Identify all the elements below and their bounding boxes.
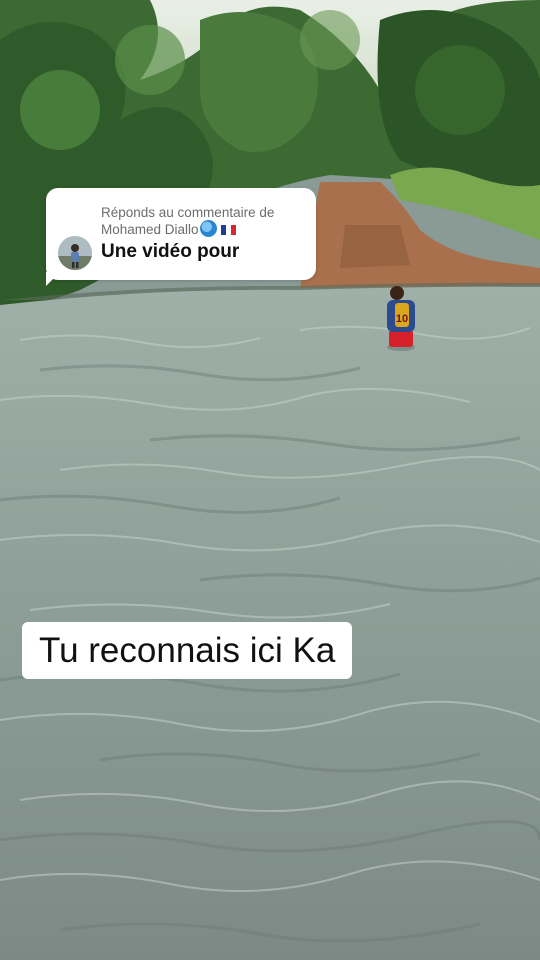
commenter-name: Mohamed Diallo bbox=[101, 222, 199, 237]
river-scene-photo: 10 bbox=[0, 0, 540, 960]
video-caption: Tu reconnais ici Ka bbox=[22, 622, 353, 679]
france-flag-icon bbox=[220, 225, 236, 235]
svg-text:10: 10 bbox=[396, 313, 408, 325]
reply-header-line1: Réponds au commentaire de bbox=[101, 205, 275, 220]
avatar bbox=[58, 236, 92, 270]
reply-header-line2: Mohamed Diallo bbox=[101, 220, 311, 237]
reply-comment-card[interactable]: Réponds au commentaire de Mohamed Diallo… bbox=[46, 188, 316, 286]
globe-icon bbox=[199, 220, 217, 237]
avatar-image bbox=[58, 236, 92, 270]
reply-header: Réponds au commentaire de Mohamed Diallo bbox=[101, 205, 311, 237]
video-frame: 10 Réponds au commentaire de Mohamed Dia… bbox=[0, 0, 540, 960]
reply-comment-text: Une vidéo pour bbox=[101, 241, 240, 262]
reply-card-tail bbox=[46, 272, 60, 286]
